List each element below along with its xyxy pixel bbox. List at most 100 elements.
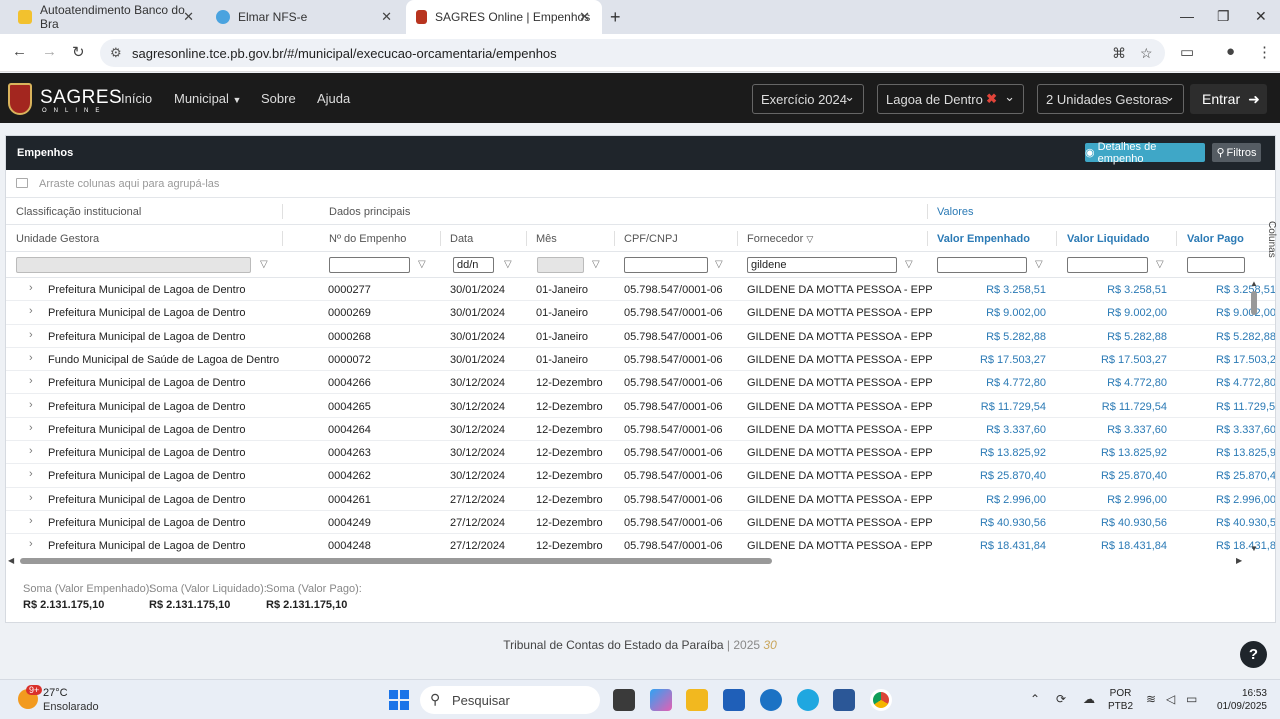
cloud-off-icon[interactable]: ☁ (1083, 692, 1095, 706)
nav-municipal[interactable]: Municipal ▼ (174, 91, 241, 106)
battery-icon[interactable]: ▭ (1186, 692, 1197, 706)
table-row[interactable]: › Prefeitura Municipal de Lagoa de Dentro… (6, 301, 1275, 325)
scroll-up-icon[interactable]: ▲ (1250, 279, 1258, 288)
col-valor-liquidado[interactable]: Valor Liquidado (1067, 233, 1150, 245)
expand-row-icon[interactable]: › (29, 352, 33, 364)
scroll-right-icon[interactable]: ▶ (1236, 556, 1242, 565)
expand-row-icon[interactable]: › (29, 305, 33, 317)
filter-valor-empenhado[interactable] (937, 257, 1027, 273)
table-row[interactable]: › Prefeitura Municipal de Lagoa de Dentro… (6, 441, 1275, 465)
browser-tab-active[interactable]: SAGRES Online | Empenhos ✕ (406, 0, 602, 34)
browser-tab[interactable]: Elmar NFS-e ✕ (206, 0, 404, 34)
filter-unidade-gestora[interactable] (16, 257, 251, 273)
close-tab-icon[interactable]: ✕ (381, 9, 392, 25)
task-view-icon[interactable] (613, 689, 635, 711)
nav-ajuda[interactable]: Ajuda (317, 91, 350, 106)
band-classificacao[interactable]: Classificação institucional (16, 206, 141, 218)
language-indicator[interactable]: POR PTB2 (1108, 687, 1133, 713)
filter-numero-empenho[interactable] (329, 257, 410, 273)
chrome-icon[interactable] (870, 689, 892, 711)
filter-mes[interactable] (537, 257, 584, 273)
new-tab-icon[interactable]: + (610, 7, 621, 28)
col-valor-empenhado[interactable]: Valor Empenhado (937, 233, 1030, 245)
expand-row-icon[interactable]: › (29, 329, 33, 341)
system-clock[interactable]: 16:53 01/09/2025 (1212, 687, 1267, 713)
filter-icon[interactable]: ▽ (260, 259, 271, 270)
volume-muted-icon[interactable]: ◁ (1166, 692, 1175, 706)
nav-inicio[interactable]: Início (121, 91, 152, 106)
filter-icon[interactable]: ▽ (504, 259, 515, 270)
table-row[interactable]: › Prefeitura Municipal de Lagoa de Dentro… (6, 534, 1275, 556)
table-row[interactable]: › Prefeitura Municipal de Lagoa de Dentro… (6, 464, 1275, 488)
close-tab-icon[interactable]: ✕ (183, 9, 194, 25)
wifi-icon[interactable]: ≋ (1146, 692, 1156, 706)
vertical-scrollbar[interactable]: ▲ ▼ (1249, 279, 1259, 554)
reload-icon[interactable]: ↻ (72, 43, 85, 61)
table-row[interactable]: › Prefeitura Municipal de Lagoa de Dentro… (6, 278, 1275, 302)
scroll-thumb[interactable] (20, 558, 772, 564)
filter-icon[interactable]: ▽ (592, 259, 603, 270)
band-dados-principais[interactable]: Dados principais (329, 206, 410, 218)
scroll-thumb[interactable] (1251, 291, 1257, 315)
horizontal-scrollbar[interactable]: ◀ ▶ (6, 556, 1249, 566)
url-field[interactable]: ⚙ sagresonline.tce.pb.gov.br/#/municipal… (100, 39, 1165, 67)
table-row[interactable]: › Prefeitura Municipal de Lagoa de Dentro… (6, 371, 1275, 395)
col-mes[interactable]: Mês (536, 233, 557, 245)
back-icon[interactable]: ← (12, 43, 27, 60)
filter-icon[interactable]: ▽ (1156, 259, 1167, 270)
edge-icon[interactable] (797, 689, 819, 711)
taskbar-search[interactable]: ⚲ Pesquisar (420, 686, 600, 714)
menu-kebab-icon[interactable]: ⋮ (1257, 43, 1272, 61)
filter-cpf-cnpj[interactable] (624, 257, 708, 273)
col-valor-pago[interactable]: Valor Pago (1187, 233, 1244, 245)
tray-chevron-icon[interactable]: ⌃ (1030, 692, 1040, 706)
col-fornecedor[interactable]: Fornecedor ▽ (747, 233, 813, 245)
clear-icon[interactable]: ✖ (986, 91, 997, 107)
expand-row-icon[interactable]: › (29, 399, 33, 411)
table-row[interactable]: › Prefeitura Municipal de Lagoa de Dentro… (6, 395, 1275, 418)
close-tab-icon[interactable]: ✕ (579, 9, 590, 25)
profile-icon[interactable]: ● (1226, 43, 1235, 60)
expand-row-icon[interactable]: › (29, 422, 33, 434)
word-icon[interactable] (833, 689, 855, 711)
browser-tab[interactable]: Autoatendimento Banco do Bra ✕ (8, 0, 206, 34)
detalhes-empenho-button[interactable]: ◉ Detalhes de empenho (1085, 141, 1205, 165)
filter-data[interactable]: dd/n (453, 257, 494, 273)
nav-sobre[interactable]: Sobre (261, 91, 296, 106)
help-button[interactable]: ? (1240, 641, 1267, 668)
colunas-tab[interactable]: Colunas (1261, 221, 1277, 291)
exercicio-select[interactable]: Exercício 2024 ⌄ (752, 84, 864, 114)
col-data[interactable]: Data (450, 233, 473, 245)
col-cpf-cnpj[interactable]: CPF/CNPJ (624, 233, 678, 245)
band-valores[interactable]: Valores (937, 206, 973, 218)
cast-icon[interactable]: ▭ (1180, 43, 1194, 61)
minimize-icon[interactable]: — (1180, 8, 1194, 24)
dell-icon[interactable] (760, 689, 782, 711)
forward-icon[interactable]: → (42, 43, 57, 60)
col-numero-empenho[interactable]: Nº do Empenho (329, 233, 406, 245)
filter-fornecedor[interactable]: gildene (747, 257, 897, 273)
expand-row-icon[interactable]: › (29, 445, 33, 457)
bookmark-star-icon[interactable]: ☆ (1140, 45, 1153, 62)
filter-icon[interactable]: ▽ (715, 259, 726, 270)
expand-row-icon[interactable]: › (29, 538, 33, 550)
filter-valor-pago[interactable] (1187, 257, 1245, 273)
scroll-down-icon[interactable]: ▼ (1250, 544, 1258, 553)
filter-icon[interactable]: ▽ (418, 259, 429, 270)
unidades-select[interactable]: 2 Unidades Gestoras ⌄ (1037, 84, 1184, 114)
store-icon[interactable] (723, 689, 745, 711)
table-row[interactable]: › Prefeitura Municipal de Lagoa de Dentro… (6, 511, 1275, 535)
site-info-icon[interactable]: ⚙ (110, 45, 122, 61)
sync-icon[interactable]: ⟳ (1056, 692, 1066, 706)
filtros-button[interactable]: ⚲ Filtros (1212, 143, 1261, 162)
file-explorer-icon[interactable] (686, 689, 708, 711)
filter-icon[interactable]: ▽ (1035, 259, 1046, 270)
filter-valor-liquidado[interactable] (1067, 257, 1148, 273)
expand-row-icon[interactable]: › (29, 515, 33, 527)
table-row[interactable]: › Fundo Municipal de Saúde de Lagoa de De… (6, 348, 1275, 372)
translate-icon[interactable]: ⌘ (1112, 45, 1126, 62)
col-unidade-gestora[interactable]: Unidade Gestora (16, 233, 99, 245)
close-window-icon[interactable]: ✕ (1255, 8, 1267, 25)
windows-start-icon[interactable] (389, 690, 409, 710)
group-panel[interactable]: Arraste colunas aqui para agrupá-las (6, 170, 1275, 198)
